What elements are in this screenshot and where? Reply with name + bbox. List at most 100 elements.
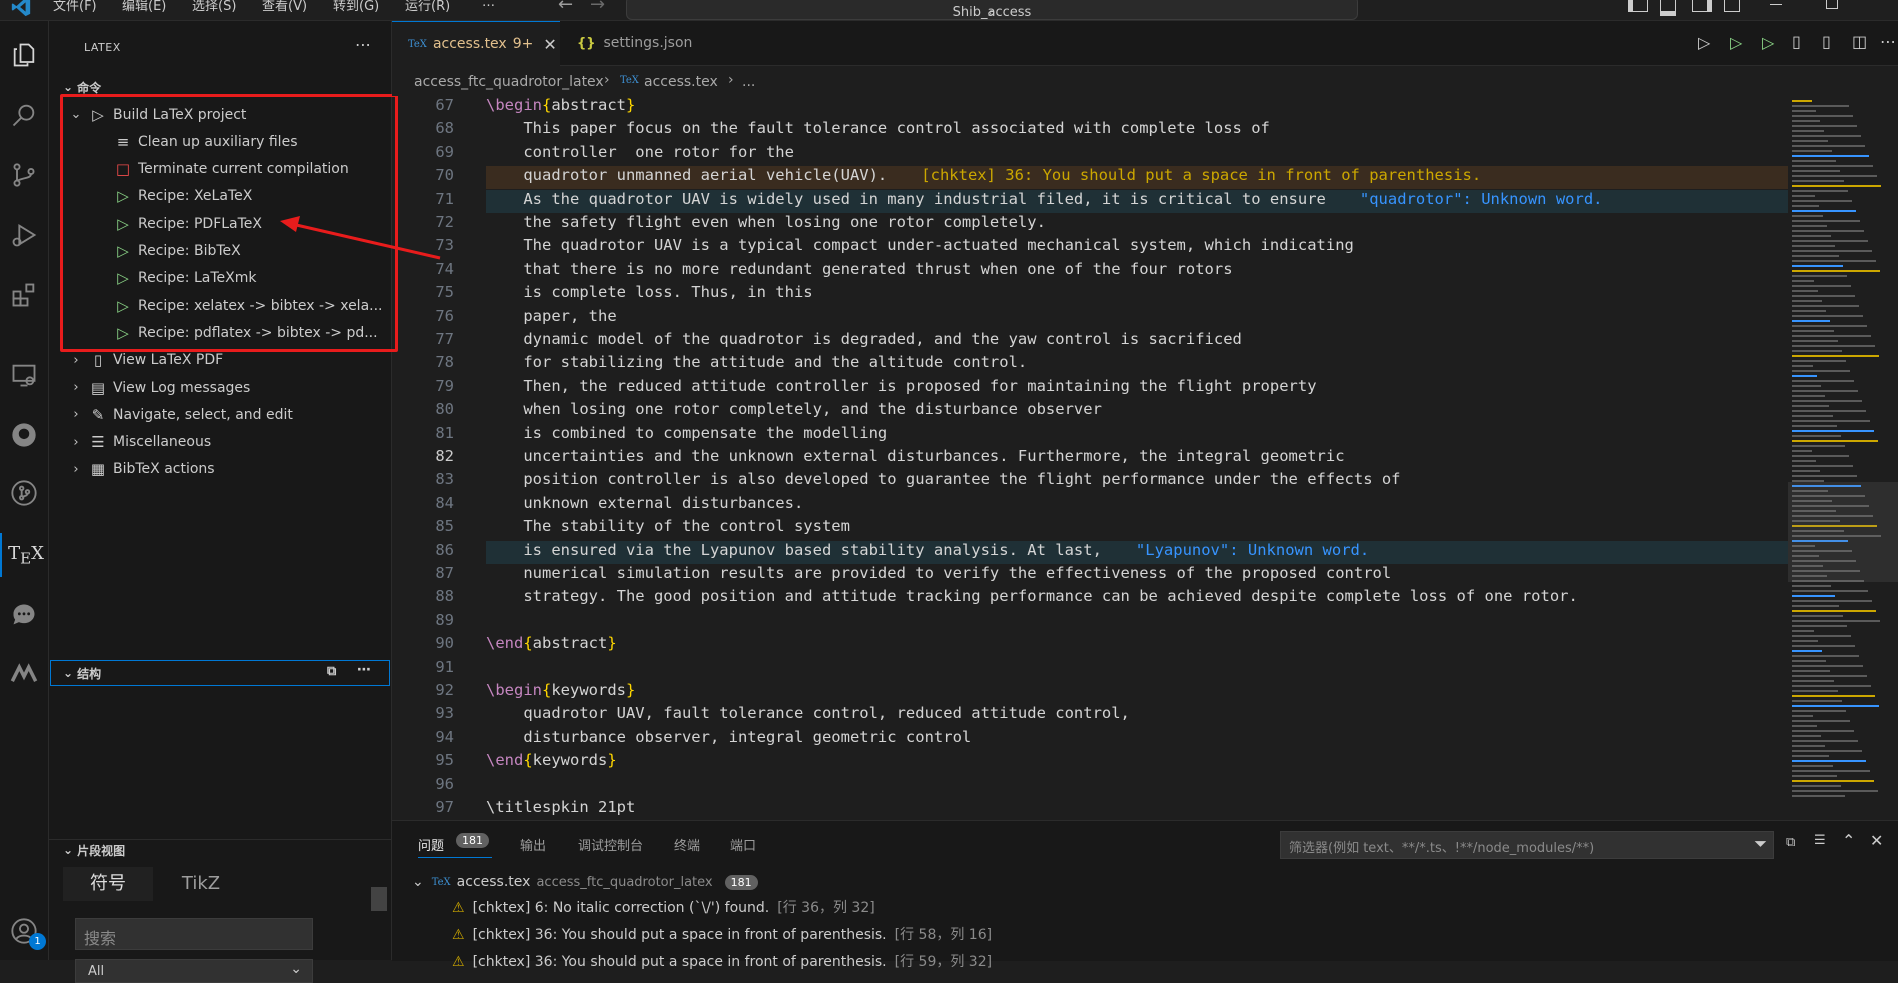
sidebar-scrollbar[interactable]	[371, 887, 387, 911]
run-icon[interactable]: ▷	[1698, 33, 1710, 52]
minimap-line	[1792, 450, 1812, 452]
menu-run[interactable]: 运行(R)	[405, 0, 450, 20]
breadcrumb-symbol[interactable]: ...	[742, 74, 755, 90]
toggle-panel-icon[interactable]	[1660, 0, 1676, 16]
tab-problems[interactable]: 问题	[418, 835, 444, 854]
explorer-icon[interactable]	[0, 31, 48, 79]
preview-icon[interactable]: ▯	[1792, 32, 1801, 51]
menu-more[interactable]: …	[482, 0, 495, 16]
sidebar-item[interactable]: › ✎ Navigate, select, and edit	[49, 401, 391, 428]
chat-icon[interactable]	[0, 591, 48, 639]
problems-filter-input[interactable]: 筛选器(例如 text、**/*.ts、!**/node_modules/**)…	[1280, 831, 1774, 859]
tab-ports[interactable]: 端口	[730, 835, 756, 854]
sidebar-item[interactable]: › ▦ BibTeX actions	[49, 456, 391, 483]
close-icon[interactable]: ✕	[543, 35, 556, 54]
extensions-icon[interactable]	[0, 271, 48, 319]
back-arrow-icon[interactable]: ←	[558, 0, 573, 15]
remote-explorer-icon[interactable]	[0, 351, 48, 399]
line-number: 69	[435, 142, 454, 161]
search-view-icon[interactable]	[0, 91, 48, 139]
collapse-all-icon[interactable]: ⧉	[327, 664, 336, 679]
markdown-m-icon[interactable]	[0, 649, 48, 697]
code-env-name: abstract	[551, 96, 626, 114]
more-actions-icon[interactable]: ⋯	[1880, 32, 1896, 51]
problem-file-name: access.tex	[456, 874, 531, 890]
minimap-line	[1792, 720, 1850, 722]
code-line: strategy. The good position and attitude…	[486, 587, 1578, 605]
menu-file[interactable]: 文件(F)	[53, 0, 97, 20]
run-debug-icon[interactable]	[0, 211, 48, 259]
minimap-line	[1792, 590, 1868, 592]
maximize-panel-icon[interactable]: ⌃	[1842, 831, 1855, 850]
minimap-line	[1792, 135, 1861, 137]
menu-selection[interactable]: 选择(S)	[192, 0, 236, 20]
tab-terminal[interactable]: 终端	[674, 835, 700, 854]
view-as-list-icon[interactable]: ☰	[1814, 833, 1826, 848]
git-graph-icon[interactable]	[0, 469, 48, 517]
tab-debug-console[interactable]: 调试控制台	[578, 835, 643, 854]
command-center-search[interactable]: ⌕ Shib_access	[626, 0, 1358, 20]
minimap-line	[1792, 310, 1826, 312]
problem-file-row[interactable]: ⌄ TeX access.tex access_ftc_quadrotor_la…	[412, 871, 758, 893]
tab-symbols[interactable]: 符号	[63, 867, 153, 901]
problem-location: [行 58，列 16]	[894, 927, 993, 943]
code-line: quadrotor unmanned aerial vehicle(UAV). […	[486, 166, 1481, 184]
toggle-sidebar-icon[interactable]	[1628, 0, 1648, 12]
minimize-window-icon[interactable]	[1770, 4, 1782, 5]
menu-go[interactable]: 转到(G)	[333, 0, 379, 20]
minimap-line	[1792, 725, 1817, 727]
code-env-name: abstract	[532, 634, 608, 653]
minimap-line	[1792, 715, 1813, 717]
close-panel-icon[interactable]: ✕	[1870, 831, 1883, 850]
minimap-line	[1792, 430, 1874, 432]
menu-view[interactable]: 查看(V)	[262, 0, 307, 20]
breadcrumb-folder[interactable]: access_ftc_quadrotor_latex	[414, 74, 604, 90]
line-number: 88	[435, 587, 454, 606]
activity-bar: TEX 1	[0, 21, 49, 960]
structure-section-header[interactable]: ⌄ 结构 ⧉ ⋯	[50, 660, 390, 686]
filter-icon[interactable]: ⏷	[1754, 834, 1767, 854]
run-icon[interactable]: ▷	[1730, 33, 1742, 52]
problem-item[interactable]: ⚠ [chktex] 36: You should put a space in …	[452, 924, 992, 944]
code-line: for stabilizing the attitude and the alt…	[486, 353, 1027, 371]
run-icon[interactable]: ▷	[1762, 33, 1774, 52]
tab-output[interactable]: 输出	[520, 835, 546, 854]
minimap-line	[1792, 370, 1850, 372]
minimap-line	[1792, 290, 1818, 292]
collapse-all-icon[interactable]: ⧉	[1786, 835, 1795, 850]
structure-more-icon[interactable]: ⋯	[357, 662, 371, 678]
problem-file-folder: access_ftc_quadrotor_latex	[536, 874, 713, 890]
code-keyword: \begin	[486, 96, 542, 114]
symbol-category-select[interactable]: All ⌄	[75, 959, 313, 983]
tab-tikz[interactable]: TikZ	[161, 867, 241, 901]
customize-layout-icon[interactable]	[1724, 0, 1740, 12]
minimap[interactable]	[1788, 96, 1898, 820]
line-number: 82	[435, 447, 454, 465]
problem-item[interactable]: ⚠ [chktex] 36: You should put a space in …	[452, 951, 992, 971]
snippet-search-input[interactable]: 搜索	[75, 918, 313, 950]
github-icon[interactable]	[0, 411, 48, 459]
tab-settings-json[interactable]: {} settings.json	[561, 21, 721, 65]
source-control-icon[interactable]	[0, 151, 48, 199]
code-text: that there is no more redundant generate…	[486, 259, 1233, 278]
sidebar-item[interactable]: › ☰ Miscellaneous	[49, 429, 391, 456]
preview-icon[interactable]: ▯	[1822, 32, 1831, 51]
more-actions-icon[interactable]: ⋯	[355, 35, 371, 54]
forward-arrow-icon[interactable]: →	[590, 0, 605, 15]
problem-item[interactable]: ⚠ [chktex] 6: No italic correction (`\/')…	[452, 897, 875, 917]
snippet-section-header[interactable]: ⌄ 片段视图	[49, 839, 391, 860]
toggle-secondary-sidebar-icon[interactable]	[1692, 0, 1712, 12]
tab-access-tex[interactable]: TeX access.tex 9+ ✕	[392, 21, 560, 66]
sidebar-item[interactable]: › ▤ View Log messages	[49, 374, 391, 401]
breadcrumb-file[interactable]: access.tex	[644, 74, 718, 90]
minimap-line	[1792, 595, 1835, 597]
minimap-slider[interactable]	[1788, 482, 1898, 582]
minimap-line	[1792, 250, 1872, 252]
line-number: 81	[435, 423, 454, 442]
restore-window-icon[interactable]	[1826, 0, 1838, 9]
code-editor[interactable]: \begin{abstract} This paper focus on the…	[458, 96, 1788, 820]
tex-icon[interactable]: TEX	[0, 533, 50, 577]
split-editor-icon[interactable]: ◫	[1852, 32, 1867, 51]
menu-edit[interactable]: 编辑(E)	[122, 0, 166, 20]
minimap-line	[1792, 420, 1870, 422]
